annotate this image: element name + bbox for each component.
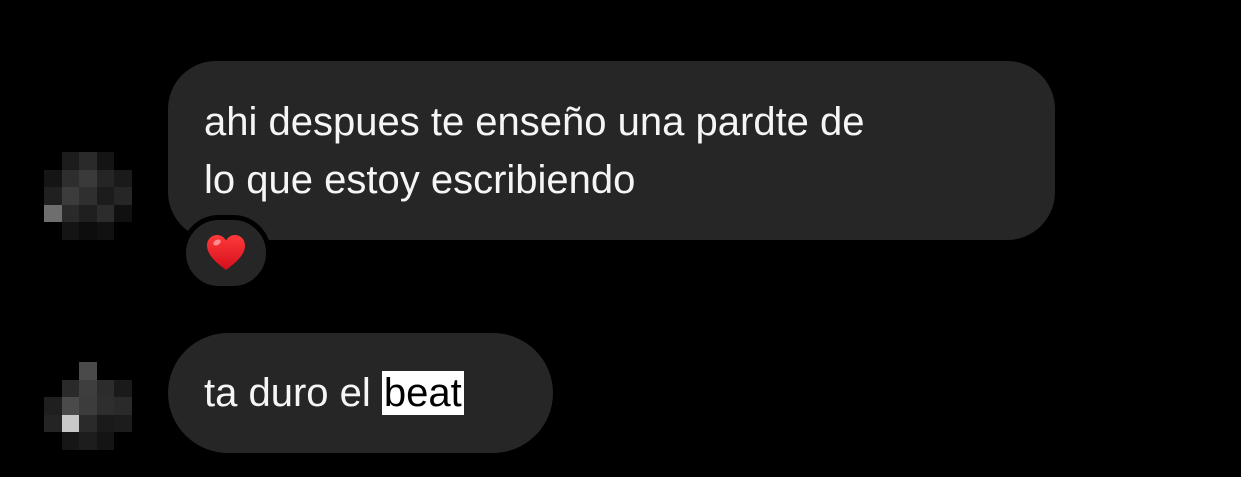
selected-text[interactable]: beat [381, 371, 464, 415]
avatar-pixel [79, 432, 97, 450]
avatar-pixel [96, 379, 115, 398]
avatar-pixel [79, 152, 97, 170]
avatar-pixel [44, 397, 62, 415]
avatar-pixel [114, 169, 132, 188]
avatar-pixel [61, 152, 80, 170]
message-text: ta duro el [204, 371, 382, 415]
avatar-pixel [79, 362, 97, 380]
avatar-pixel [96, 362, 115, 380]
heart-icon [206, 234, 246, 272]
avatar-pixel [79, 414, 97, 433]
avatar-pixel [114, 152, 132, 170]
avatar-pixel [114, 379, 132, 398]
avatar[interactable] [44, 152, 132, 240]
avatar-pixel [114, 187, 132, 205]
avatar-pixel [61, 379, 80, 398]
avatar-pixel [61, 397, 80, 415]
message-bubble[interactable]: ta duro el beat [168, 333, 553, 453]
message-text-line: lo que estoy escribiendo [204, 158, 636, 202]
avatar-pixel [114, 204, 132, 223]
message-text-line: ta duro el beat [204, 364, 517, 422]
avatar-pixel [44, 222, 62, 240]
avatar-pixel [79, 169, 97, 188]
avatar-pixel [61, 222, 80, 240]
message-bubble[interactable]: ahi despues te enseño una pardte de lo q… [168, 61, 1055, 240]
message-text-line: ahi despues te enseño una pardte de [204, 100, 865, 144]
avatar-pixel [61, 169, 80, 188]
avatar-pixel [44, 414, 62, 433]
avatar-pixel [44, 187, 62, 205]
avatar-pixel [114, 222, 132, 240]
avatar-pixel [44, 432, 62, 450]
avatar-pixel [96, 152, 115, 170]
chat-thread: ahi despues te enseño una pardte de lo q… [0, 0, 1241, 477]
avatar-pixel [79, 222, 97, 240]
avatar[interactable] [44, 362, 132, 450]
avatar-pixel [61, 187, 80, 205]
avatar-pixel [114, 397, 132, 415]
avatar-pixel [96, 397, 115, 415]
avatar-pixel [114, 414, 132, 433]
avatar-pixel [61, 204, 80, 223]
avatar-pixel [44, 362, 62, 380]
avatar-pixel [61, 414, 80, 433]
avatar-pixel [79, 204, 97, 223]
avatar-pixel [96, 187, 115, 205]
reaction-badge[interactable] [181, 215, 271, 291]
avatar-pixel [44, 379, 62, 398]
avatar-pixel [114, 432, 132, 450]
avatar-pixel [61, 362, 80, 380]
avatar-pixel [61, 432, 80, 450]
avatar-pixel [96, 169, 115, 188]
avatar-pixel [44, 169, 62, 188]
avatar-pixel [96, 204, 115, 223]
avatar-pixel [114, 362, 132, 380]
avatar-pixel [79, 187, 97, 205]
avatar-pixel [44, 204, 62, 223]
avatar-pixel [79, 397, 97, 415]
avatar-pixel [79, 379, 97, 398]
avatar-pixel [96, 432, 115, 450]
avatar-pixel [44, 152, 62, 170]
avatar-pixel [96, 222, 115, 240]
avatar-pixel [96, 414, 115, 433]
